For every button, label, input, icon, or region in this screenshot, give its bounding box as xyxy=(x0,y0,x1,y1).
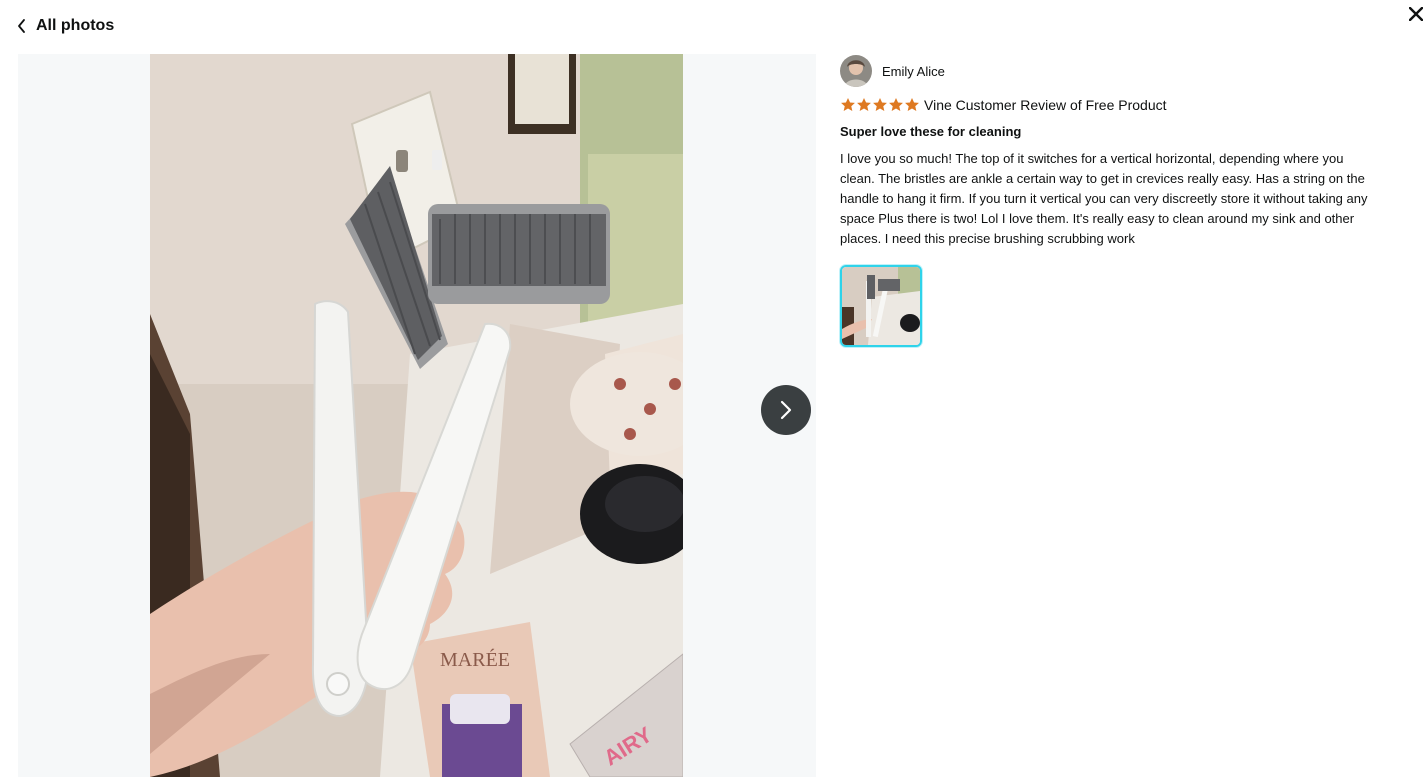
all-photos-back-link[interactable]: All photos xyxy=(16,14,114,38)
review-author[interactable]: Emily Alice xyxy=(840,55,1380,87)
close-button[interactable] xyxy=(1406,4,1425,24)
close-icon xyxy=(1409,7,1423,21)
review-body: I love you so much! The top of it switch… xyxy=(840,151,1368,246)
photo-thumbnail[interactable] xyxy=(840,265,922,347)
star-icon xyxy=(873,98,887,111)
star-icon xyxy=(841,98,855,111)
chevron-right-icon xyxy=(780,400,792,420)
all-photos-label: All photos xyxy=(36,17,115,34)
review-title: Super love these for cleaning xyxy=(840,124,1022,139)
review-photo[interactable]: MARÉE AIRY xyxy=(150,54,683,777)
photo-viewer: MARÉE AIRY xyxy=(18,54,816,777)
star-icon xyxy=(889,98,903,111)
chevron-left-icon xyxy=(18,19,25,33)
star-icon xyxy=(857,98,871,111)
photo-box-brand-text: MARÉE xyxy=(440,648,510,671)
next-photo-button[interactable] xyxy=(761,385,811,435)
author-name: Emily Alice xyxy=(882,63,945,79)
rating-row: Vine Customer Review of Free Product xyxy=(840,95,1380,115)
avatar[interactable] xyxy=(840,55,872,87)
thumbnail-strip xyxy=(840,265,1380,347)
review-badge-text: Vine Customer Review of Free Product xyxy=(924,97,1167,113)
review-panel: Emily Alice Vine Customer Review of Free… xyxy=(840,55,1380,347)
star-icon xyxy=(905,98,919,111)
star-rating xyxy=(840,97,920,113)
